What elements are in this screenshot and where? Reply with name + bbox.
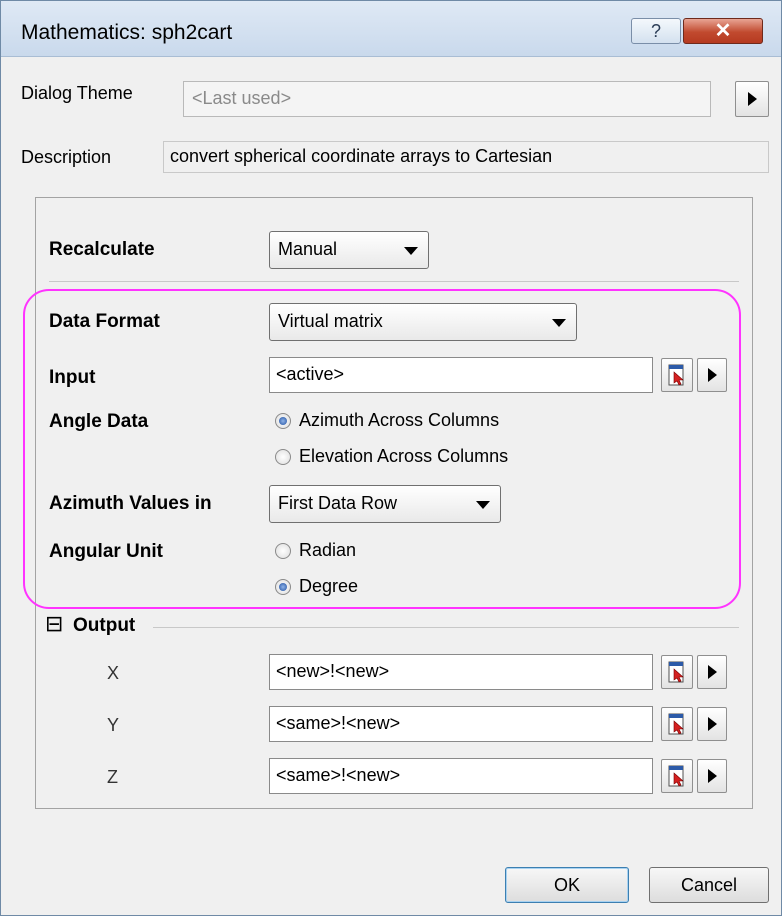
output-z-label: Z <box>107 767 118 787</box>
output-label: Output <box>73 615 136 636</box>
description-label: Description <box>21 147 112 167</box>
output-z-select-button[interactable] <box>661 759 693 793</box>
output-x-field[interactable]: <new>!<new> <box>269 654 653 690</box>
collapse-toggle-icon[interactable]: ⊟ <box>45 613 63 635</box>
dialog-window: Mathematics: sph2cart ? ✕ Dialog Theme <… <box>0 0 782 916</box>
close-button[interactable]: ✕ <box>683 18 763 44</box>
recalculate-dropdown[interactable]: Manual <box>269 231 429 269</box>
recalculate-value: Manual <box>278 239 338 259</box>
window-title: Mathematics: sph2cart <box>21 21 233 44</box>
output-x-menu-button[interactable] <box>697 655 727 689</box>
range-select-icon <box>668 713 684 735</box>
play-arrow-icon <box>708 769 717 783</box>
title-bar: Mathematics: sph2cart ? ✕ <box>1 1 781 57</box>
dialog-theme-label: Dialog Theme <box>21 83 133 103</box>
output-z-field[interactable]: <same>!<new> <box>269 758 653 794</box>
separator <box>153 627 739 628</box>
play-arrow-icon <box>708 717 717 731</box>
dialog-theme-input[interactable]: <Last used> <box>183 81 711 117</box>
output-y-menu-button[interactable] <box>697 707 727 741</box>
recalculate-label: Recalculate <box>49 239 155 260</box>
play-arrow-icon <box>748 92 757 106</box>
dialog-theme-menu-button[interactable] <box>735 81 769 117</box>
output-x-select-button[interactable] <box>661 655 693 689</box>
range-select-icon <box>668 661 684 683</box>
highlight-annotation <box>23 289 741 609</box>
description-text: convert spherical coordinate arrays to C… <box>163 141 769 173</box>
separator <box>49 281 739 282</box>
output-z-menu-button[interactable] <box>697 759 727 793</box>
chevron-down-icon <box>404 247 418 255</box>
output-y-field[interactable]: <same>!<new> <box>269 706 653 742</box>
output-y-label: Y <box>107 715 120 735</box>
play-arrow-icon <box>708 665 717 679</box>
output-x-label: X <box>107 663 120 683</box>
help-button[interactable]: ? <box>631 18 681 44</box>
range-select-icon <box>668 765 684 787</box>
ok-button[interactable]: OK <box>505 867 629 903</box>
output-y-select-button[interactable] <box>661 707 693 741</box>
cancel-button[interactable]: Cancel <box>649 867 769 903</box>
